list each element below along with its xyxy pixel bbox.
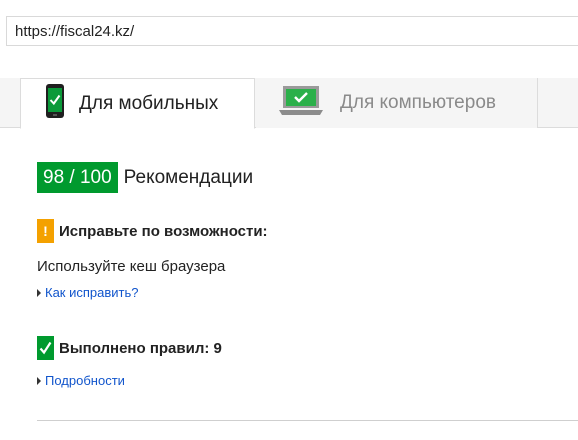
- exclamation-icon: !: [37, 219, 54, 243]
- triangle-right-icon: [37, 288, 41, 297]
- tab-desktop-label: Для компьютеров: [340, 92, 496, 113]
- how-to-fix-label: Как исправить?: [45, 285, 139, 300]
- fix-section-header: ! Исправьте по возможности:: [37, 219, 268, 243]
- tab-desktop[interactable]: Для компьютеров: [256, 78, 538, 128]
- device-tabs: Для мобильных Для компьютеров: [0, 78, 578, 129]
- details-link[interactable]: Подробности: [37, 373, 125, 388]
- divider: [37, 420, 578, 421]
- tab-mobile[interactable]: Для мобильных: [20, 78, 255, 129]
- passed-section-title: Выполнено правил: 9: [59, 339, 222, 357]
- fix-section-title: Исправьте по возможности:: [59, 222, 268, 240]
- url-input[interactable]: [7, 17, 578, 45]
- fix-item-text: Используйте кеш браузера: [37, 258, 226, 275]
- how-to-fix-link[interactable]: Как исправить?: [37, 285, 139, 300]
- smartphone-icon: [45, 83, 65, 124]
- laptop-icon: [278, 85, 324, 122]
- checkmark-icon: [37, 336, 54, 360]
- address-bar[interactable]: [6, 16, 578, 46]
- passed-section-header: Выполнено правил: 9: [37, 336, 222, 360]
- details-label: Подробности: [45, 373, 125, 388]
- score-badge: 98 / 100: [37, 162, 118, 193]
- triangle-right-icon: [37, 376, 41, 385]
- score-row: 98 / 100 Рекомендации: [37, 162, 253, 193]
- tab-mobile-label: Для мобильных: [79, 92, 219, 114]
- score-title: Рекомендации: [123, 166, 254, 188]
